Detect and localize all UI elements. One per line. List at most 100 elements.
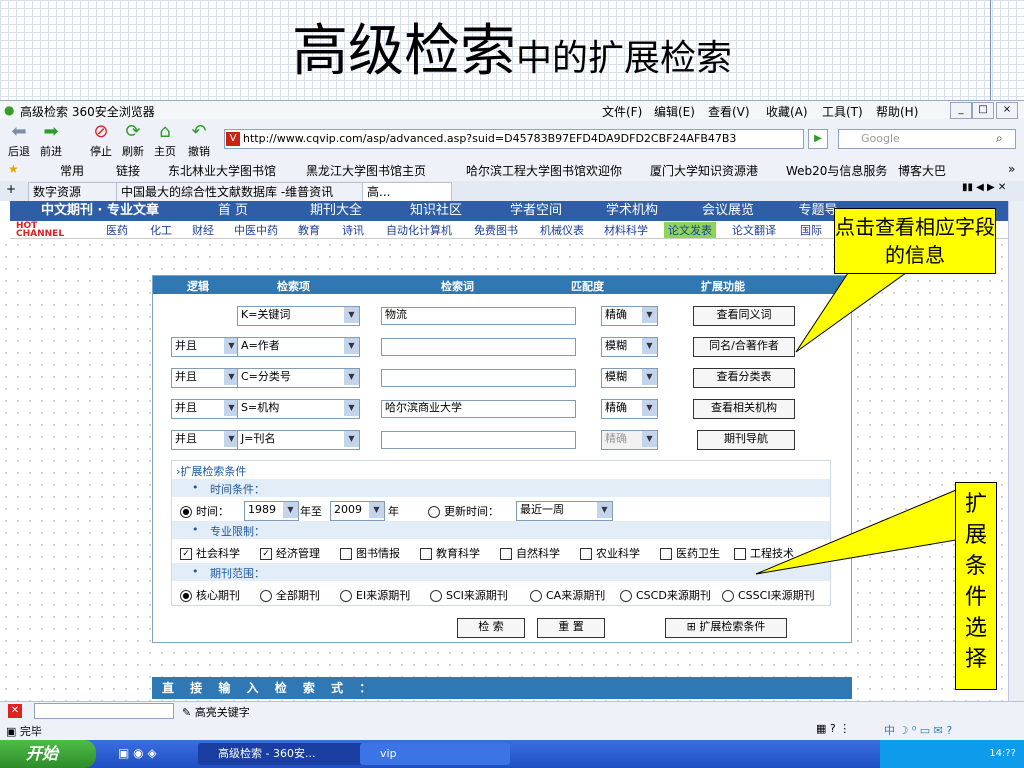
- bookmark-item[interactable]: 哈尔滨工程大学图书馆欢迎你: [466, 162, 622, 179]
- journal-nav-button[interactable]: 期刊导航: [697, 430, 795, 450]
- home-button[interactable]: ⌂ 主页: [148, 121, 182, 159]
- nav-home[interactable]: 首 页: [188, 201, 278, 221]
- close-button[interactable]: ×: [996, 102, 1018, 119]
- system-tray[interactable]: 14:??: [880, 740, 1024, 768]
- highlight-button[interactable]: ✎ 高亮关键字: [182, 704, 250, 720]
- synonym-button[interactable]: 查看同义词: [693, 306, 795, 326]
- task-browser[interactable]: 高级检索 - 360安...: [198, 743, 368, 765]
- tab-active[interactable]: 高...: [362, 182, 452, 202]
- coauthor-button[interactable]: 同名/合著作者: [693, 337, 795, 357]
- bookmark-item[interactable]: 厦门大学知识资源港: [650, 162, 758, 179]
- update-select[interactable]: 最近一周 ▼: [516, 501, 613, 521]
- search-icon[interactable]: ⌕: [996, 131, 1003, 146]
- bookmark-item[interactable]: 黑龙江大学图书馆主页: [306, 162, 426, 179]
- category-link[interactable]: 中医中药: [234, 222, 278, 238]
- address-bar[interactable]: http://www.cqvip.com/asp/advanced.asp?su…: [224, 129, 804, 149]
- bookmark-item[interactable]: 东北林业大学图书馆: [168, 162, 276, 179]
- stop-button[interactable]: ⊘ 停止: [84, 121, 118, 159]
- category-link[interactable]: 机械仪表: [540, 222, 584, 238]
- journal-radio[interactable]: 全部期刊: [260, 587, 320, 603]
- logic-select[interactable]: 并且 ▼: [171, 399, 240, 419]
- menu-favorites[interactable]: 收藏(A): [766, 103, 808, 120]
- logic-select[interactable]: 并且 ▼: [171, 368, 240, 388]
- ime-toolbar[interactable]: ▦ ? ⋮: [816, 722, 850, 735]
- go-button[interactable]: ▶: [808, 129, 828, 149]
- category-link[interactable]: 医药: [106, 222, 128, 238]
- match-select[interactable]: 模糊 ▼: [601, 368, 658, 388]
- term-input[interactable]: [381, 431, 576, 449]
- new-tab-icon[interactable]: +: [6, 182, 16, 196]
- minimize-button[interactable]: _: [950, 102, 972, 119]
- subject-checkbox[interactable]: 教育科学: [420, 545, 480, 561]
- close-find-icon[interactable]: ✕: [8, 704, 22, 718]
- search-button[interactable]: 检 索: [457, 618, 525, 638]
- status-tray-icons[interactable]: 中 ☽ ⁰ ▭ ✉ ?: [884, 722, 952, 738]
- search-input[interactable]: Google: [838, 129, 1016, 149]
- back-button[interactable]: ⬅ 后退: [2, 121, 36, 159]
- category-link[interactable]: 免费图书: [474, 222, 518, 238]
- logic-select[interactable]: 并且 ▼: [171, 337, 240, 357]
- nav-journals[interactable]: 期刊大全: [288, 201, 384, 221]
- undo-button[interactable]: ↶ 撤销: [182, 121, 216, 159]
- update-radio[interactable]: 更新时间：: [428, 503, 499, 519]
- bookmark-item[interactable]: 常用: [60, 162, 84, 179]
- bookmark-item[interactable]: 链接: [116, 162, 140, 179]
- category-link[interactable]: 化工: [150, 222, 172, 238]
- category-link[interactable]: 自动化计算机: [386, 222, 452, 238]
- subject-checkbox[interactable]: 图书情报: [340, 545, 400, 561]
- field-select[interactable]: J=刊名 ▼: [237, 430, 360, 450]
- extend-conditions-button[interactable]: ⊞ 扩展检索条件: [665, 618, 787, 638]
- subject-checkbox[interactable]: 医药卫生: [660, 545, 720, 561]
- reset-button[interactable]: 重 置: [537, 618, 605, 638]
- refresh-button[interactable]: ⟳ 刷新: [116, 121, 150, 159]
- year-from-select[interactable]: 1989 ▼: [244, 501, 299, 521]
- nav-conferences[interactable]: 会议展览: [680, 201, 776, 221]
- time-radio[interactable]: ● 时间：: [180, 503, 229, 519]
- maximize-button[interactable]: □: [972, 102, 994, 119]
- category-link[interactable]: 论文翻译: [732, 222, 776, 238]
- forward-button[interactable]: ➡ 前进: [34, 121, 68, 159]
- category-link[interactable]: 教育: [298, 222, 320, 238]
- institution-button[interactable]: 查看相关机构: [693, 399, 795, 419]
- task-vip[interactable]: vip: [360, 743, 510, 765]
- category-link[interactable]: 财经: [192, 222, 214, 238]
- nav-scholars[interactable]: 学者空间: [488, 201, 584, 221]
- menu-tools[interactable]: 工具(T): [822, 103, 863, 120]
- classification-button[interactable]: 查看分类表: [693, 368, 795, 388]
- quick-launch-icons[interactable]: ▣ ◉ ◈: [118, 746, 157, 760]
- category-link[interactable]: 诗讯: [342, 222, 364, 238]
- subject-checkbox[interactable]: ✓ 社会科学: [180, 545, 240, 561]
- journal-radio[interactable]: CA来源期刊: [530, 587, 605, 603]
- journal-radio[interactable]: SCI来源期刊: [430, 587, 508, 603]
- term-input[interactable]: [381, 369, 576, 387]
- term-input[interactable]: 哈尔滨商业大学: [381, 400, 576, 418]
- tab-digital-resources[interactable]: 数字资源: [28, 182, 118, 202]
- find-input[interactable]: [34, 703, 174, 719]
- match-select[interactable]: 精确 ▼: [601, 399, 658, 419]
- term-input[interactable]: 物流: [381, 307, 576, 325]
- favorites-star-icon[interactable]: ★: [8, 162, 19, 176]
- menu-view[interactable]: 查看(V): [708, 103, 750, 120]
- field-select[interactable]: C=分类号 ▼: [237, 368, 360, 388]
- category-link[interactable]: 论文发表: [664, 222, 716, 238]
- journal-radio[interactable]: CSSCI来源期刊: [722, 587, 815, 603]
- bookmark-item[interactable]: Web20与信息服务: [786, 162, 887, 179]
- term-input[interactable]: [381, 338, 576, 356]
- subject-checkbox[interactable]: 农业科学: [580, 545, 640, 561]
- journal-radio[interactable]: ● 核心期刊: [180, 587, 240, 603]
- more-chevron-icon[interactable]: »: [1008, 162, 1015, 176]
- menu-help[interactable]: 帮助(H): [876, 103, 918, 120]
- subject-checkbox[interactable]: 自然科学: [500, 545, 560, 561]
- menu-edit[interactable]: 编辑(E): [654, 103, 695, 120]
- subject-checkbox[interactable]: ✓ 经济管理: [260, 545, 320, 561]
- year-to-select[interactable]: 2009 ▼: [330, 501, 385, 521]
- nav-institutions[interactable]: 学术机构: [584, 201, 680, 221]
- logic-select[interactable]: 并且 ▼: [171, 430, 240, 450]
- match-select[interactable]: 模糊 ▼: [601, 337, 658, 357]
- menu-file[interactable]: 文件(F): [602, 103, 642, 120]
- field-select[interactable]: K=关键词 ▼: [237, 306, 360, 326]
- bookmark-item[interactable]: 博客大巴: [898, 162, 946, 179]
- tab-nav-icon[interactable]: ▮▮ ◀ ▶ ✕: [962, 182, 1006, 193]
- category-link[interactable]: 材料科学: [604, 222, 648, 238]
- tab-vip[interactable]: 中国最大的综合性文献数据库 -维普资讯: [116, 182, 364, 202]
